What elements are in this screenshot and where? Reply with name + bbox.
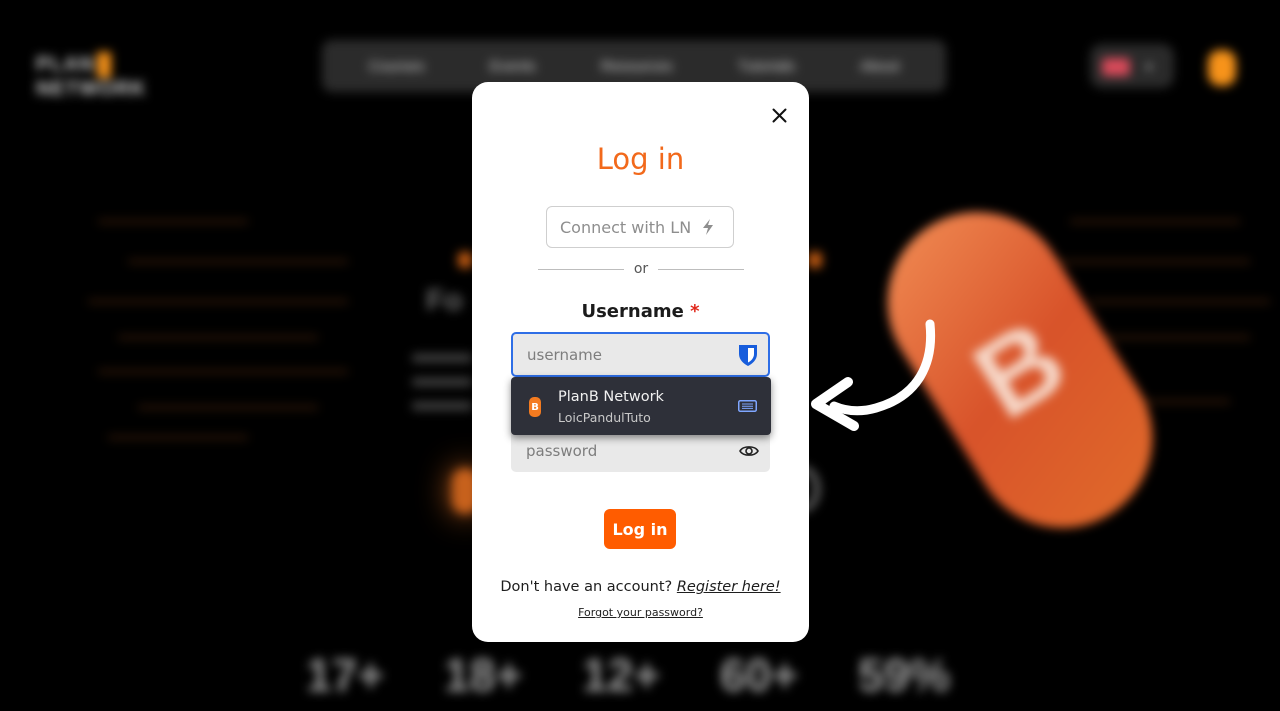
nav-item-courses: Courses	[368, 57, 425, 75]
required-marker: *	[690, 301, 700, 322]
close-icon	[772, 108, 786, 122]
lightning-icon	[703, 219, 714, 235]
decoration	[458, 252, 472, 268]
fill-credentials-icon[interactable]	[738, 400, 757, 412]
language-selector: ▾	[1090, 44, 1174, 88]
autofill-site-name: PlanB Network	[558, 389, 664, 405]
decoration	[808, 252, 822, 268]
user-icon	[1208, 50, 1236, 86]
login-modal: Log in Connect with LN or Username * Log…	[472, 82, 809, 642]
connect-ln-label: Connect with LN	[560, 217, 692, 237]
nav-item-events: Events	[489, 57, 536, 75]
username-input[interactable]	[513, 334, 735, 375]
autofill-suggestion[interactable]: B PlanB Network LoicPandulTuto	[511, 377, 771, 435]
bitwarden-shield-icon[interactable]	[736, 343, 760, 367]
no-account-text: Don't have an account?	[500, 579, 673, 595]
nav-item-tutorials: Tutorials	[737, 57, 795, 75]
password-input[interactable]	[511, 429, 733, 472]
hero-text	[412, 354, 472, 414]
username-field[interactable]	[511, 332, 770, 377]
eye-icon[interactable]	[739, 442, 759, 460]
circuit-decoration-left	[88, 200, 368, 460]
login-button[interactable]: Log in	[604, 509, 676, 549]
close-button[interactable]	[767, 103, 791, 127]
password-field[interactable]	[511, 429, 770, 472]
autofill-username: LoicPandulTuto	[558, 410, 651, 425]
stats-row: 17+ 18+ 12+ 60+ 59%	[306, 649, 951, 701]
forgot-password-link[interactable]: Forgot your password?	[472, 606, 809, 619]
site-favicon-icon: B	[529, 397, 541, 417]
register-prompt: Don't have an account? Register here!	[472, 579, 809, 595]
or-divider: or	[538, 260, 745, 278]
modal-title: Log in	[596, 142, 685, 176]
nav-item-resources: Resources	[600, 57, 673, 75]
register-link[interactable]: Register here!	[677, 579, 781, 595]
connect-ln-button[interactable]: Connect with LN	[546, 206, 734, 248]
annotation-arrow-icon	[811, 319, 936, 431]
or-text: or	[633, 261, 649, 277]
site-logo: PLANNETWORK	[36, 52, 147, 100]
nav-item-about: About	[860, 57, 900, 75]
username-label: Username *	[581, 301, 700, 322]
